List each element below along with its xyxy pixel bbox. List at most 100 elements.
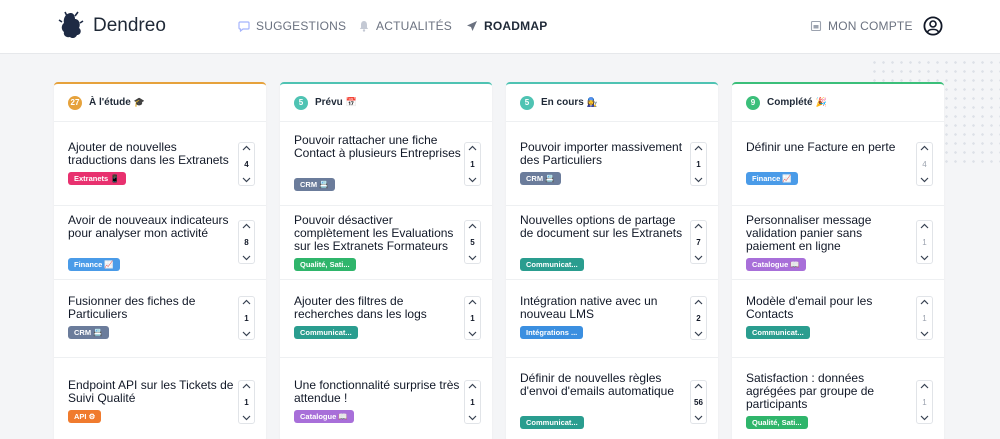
category-tag[interactable]: Communicat... — [294, 326, 358, 339]
vote-widget[interactable]: 1 — [916, 296, 933, 340]
downvote-chevron-icon[interactable] — [920, 331, 929, 337]
category-tag[interactable]: Finance 📈 — [68, 258, 120, 271]
downvote-chevron-icon[interactable] — [468, 331, 477, 337]
vote-widget[interactable]: 1 — [916, 380, 933, 424]
vote-widget[interactable]: 7 — [690, 220, 707, 264]
upvote-chevron-icon[interactable] — [468, 223, 477, 229]
card-title[interactable]: Ajouter des filtres de recherches dans l… — [294, 295, 462, 321]
downvote-chevron-icon[interactable] — [694, 415, 703, 421]
vote-widget[interactable]: 1 — [238, 380, 255, 424]
upvote-chevron-icon[interactable] — [920, 299, 929, 305]
category-tag[interactable]: Intégrations ... — [520, 326, 584, 339]
card-title[interactable]: Ajouter de nouvelles traductions dans le… — [68, 141, 236, 167]
roadmap-card[interactable]: Pouvoir importer massivement des Particu… — [506, 124, 718, 206]
user-circle-icon[interactable] — [923, 16, 943, 36]
roadmap-card[interactable]: Nouvelles options de partage de document… — [506, 206, 718, 280]
category-tag[interactable]: Communicat... — [520, 258, 584, 271]
account-link[interactable]: MON COMPTE — [810, 19, 913, 33]
upvote-chevron-icon[interactable] — [694, 145, 703, 151]
upvote-chevron-icon[interactable] — [468, 145, 477, 151]
downvote-chevron-icon[interactable] — [242, 255, 251, 261]
downvote-chevron-icon[interactable] — [694, 331, 703, 337]
category-tag[interactable]: Catalogue 📖 — [746, 258, 806, 271]
upvote-chevron-icon[interactable] — [468, 383, 477, 389]
vote-widget[interactable]: 2 — [690, 296, 707, 340]
downvote-chevron-icon[interactable] — [920, 177, 929, 183]
category-tag[interactable]: CRM 📇 — [520, 172, 561, 185]
category-tag[interactable]: Extranets 📱 — [68, 172, 126, 185]
card-title[interactable]: Pouvoir désactiver complètement les Eval… — [294, 214, 462, 253]
category-tag[interactable]: Qualité, Sati... — [294, 258, 356, 271]
vote-widget[interactable]: 1 — [916, 220, 933, 264]
roadmap-card[interactable]: Ajouter des filtres de recherches dans l… — [280, 280, 492, 358]
card-title[interactable]: Fusionner des fiches de Particuliers — [68, 295, 236, 321]
roadmap-card[interactable]: Ajouter de nouvelles traductions dans le… — [54, 124, 266, 206]
card-title[interactable]: Intégration native avec un nouveau LMS — [520, 295, 688, 321]
vote-widget[interactable]: 5 — [464, 220, 481, 264]
nav-suggestions[interactable]: SUGGESTIONS — [238, 19, 346, 33]
card-title[interactable]: Personnaliser message validation panier … — [746, 214, 914, 253]
upvote-chevron-icon[interactable] — [920, 223, 929, 229]
roadmap-card[interactable]: Avoir de nouveaux indicateurs pour analy… — [54, 206, 266, 280]
card-title[interactable]: Endpoint API sur les Tickets de Suivi Qu… — [68, 379, 236, 405]
card-title[interactable]: Pouvoir rattacher une fiche Contact à pl… — [294, 134, 462, 160]
upvote-chevron-icon[interactable] — [468, 299, 477, 305]
vote-widget[interactable]: 1 — [238, 296, 255, 340]
downvote-chevron-icon[interactable] — [468, 415, 477, 421]
roadmap-card[interactable]: Pouvoir désactiver complètement les Eval… — [280, 206, 492, 280]
downvote-chevron-icon[interactable] — [242, 331, 251, 337]
downvote-chevron-icon[interactable] — [468, 177, 477, 183]
roadmap-card[interactable]: Définir de nouvelles règles d'envoi d'em… — [506, 358, 718, 439]
roadmap-card[interactable]: Pouvoir rattacher une fiche Contact à pl… — [280, 124, 492, 206]
downvote-chevron-icon[interactable] — [694, 177, 703, 183]
upvote-chevron-icon[interactable] — [242, 299, 251, 305]
upvote-chevron-icon[interactable] — [694, 299, 703, 305]
roadmap-card[interactable]: Satisfaction : données agrégées par grou… — [732, 358, 944, 439]
vote-widget[interactable]: 1 — [690, 142, 707, 186]
vote-widget[interactable]: 4 — [916, 142, 933, 186]
downvote-chevron-icon[interactable] — [694, 255, 703, 261]
roadmap-card[interactable]: Fusionner des fiches de Particuliers CRM … — [54, 280, 266, 358]
roadmap-card[interactable]: Une fonctionnalité surprise très attendu… — [280, 358, 492, 439]
roadmap-card[interactable]: Personnaliser message validation panier … — [732, 206, 944, 280]
vote-widget[interactable]: 1 — [464, 142, 481, 186]
roadmap-card[interactable]: Définir une Facture en perte Finance 📈 4 — [732, 124, 944, 206]
card-title[interactable]: Pouvoir importer massivement des Particu… — [520, 141, 688, 167]
nav-actualites[interactable]: ACTUALITÉS — [358, 19, 452, 33]
downvote-chevron-icon[interactable] — [242, 177, 251, 183]
vote-widget[interactable]: 1 — [464, 380, 481, 424]
dendreo-logo-icon[interactable] — [58, 10, 84, 40]
vote-widget[interactable]: 4 — [238, 142, 255, 186]
roadmap-card[interactable]: Modèle d'email pour les Contacts Communic… — [732, 280, 944, 358]
downvote-chevron-icon[interactable] — [468, 255, 477, 261]
downvote-chevron-icon[interactable] — [242, 415, 251, 421]
upvote-chevron-icon[interactable] — [694, 223, 703, 229]
category-tag[interactable]: Finance 📈 — [746, 172, 798, 185]
card-title[interactable]: Nouvelles options de partage de document… — [520, 214, 688, 240]
category-tag[interactable]: CRM 📇 — [294, 178, 335, 191]
vote-widget[interactable]: 8 — [238, 220, 255, 264]
brand-name[interactable]: Dendreo — [93, 15, 166, 37]
vote-widget[interactable]: 56 — [690, 380, 707, 424]
nav-roadmap[interactable]: ROADMAP — [466, 19, 547, 33]
upvote-chevron-icon[interactable] — [920, 145, 929, 151]
card-title[interactable]: Définir une Facture en perte — [746, 141, 914, 154]
category-tag[interactable]: API ⚙ — [68, 410, 102, 423]
downvote-chevron-icon[interactable] — [920, 415, 929, 421]
upvote-chevron-icon[interactable] — [242, 145, 251, 151]
upvote-chevron-icon[interactable] — [694, 383, 703, 389]
upvote-chevron-icon[interactable] — [242, 223, 251, 229]
downvote-chevron-icon[interactable] — [920, 255, 929, 261]
card-title[interactable]: Satisfaction : données agrégées par grou… — [746, 372, 914, 411]
card-title[interactable]: Définir de nouvelles règles d'envoi d'em… — [520, 372, 688, 398]
card-title[interactable]: Une fonctionnalité surprise très attendu… — [294, 379, 462, 405]
vote-widget[interactable]: 1 — [464, 296, 481, 340]
card-title[interactable]: Avoir de nouveaux indicateurs pour analy… — [68, 214, 236, 240]
category-tag[interactable]: Qualité, Sati... — [746, 416, 808, 429]
category-tag[interactable]: Catalogue 📖 — [294, 410, 354, 423]
upvote-chevron-icon[interactable] — [920, 383, 929, 389]
card-title[interactable]: Modèle d'email pour les Contacts — [746, 295, 914, 321]
category-tag[interactable]: CRM 📇 — [68, 326, 109, 339]
roadmap-card[interactable]: Endpoint API sur les Tickets de Suivi Qu… — [54, 358, 266, 439]
category-tag[interactable]: Communicat... — [746, 326, 810, 339]
